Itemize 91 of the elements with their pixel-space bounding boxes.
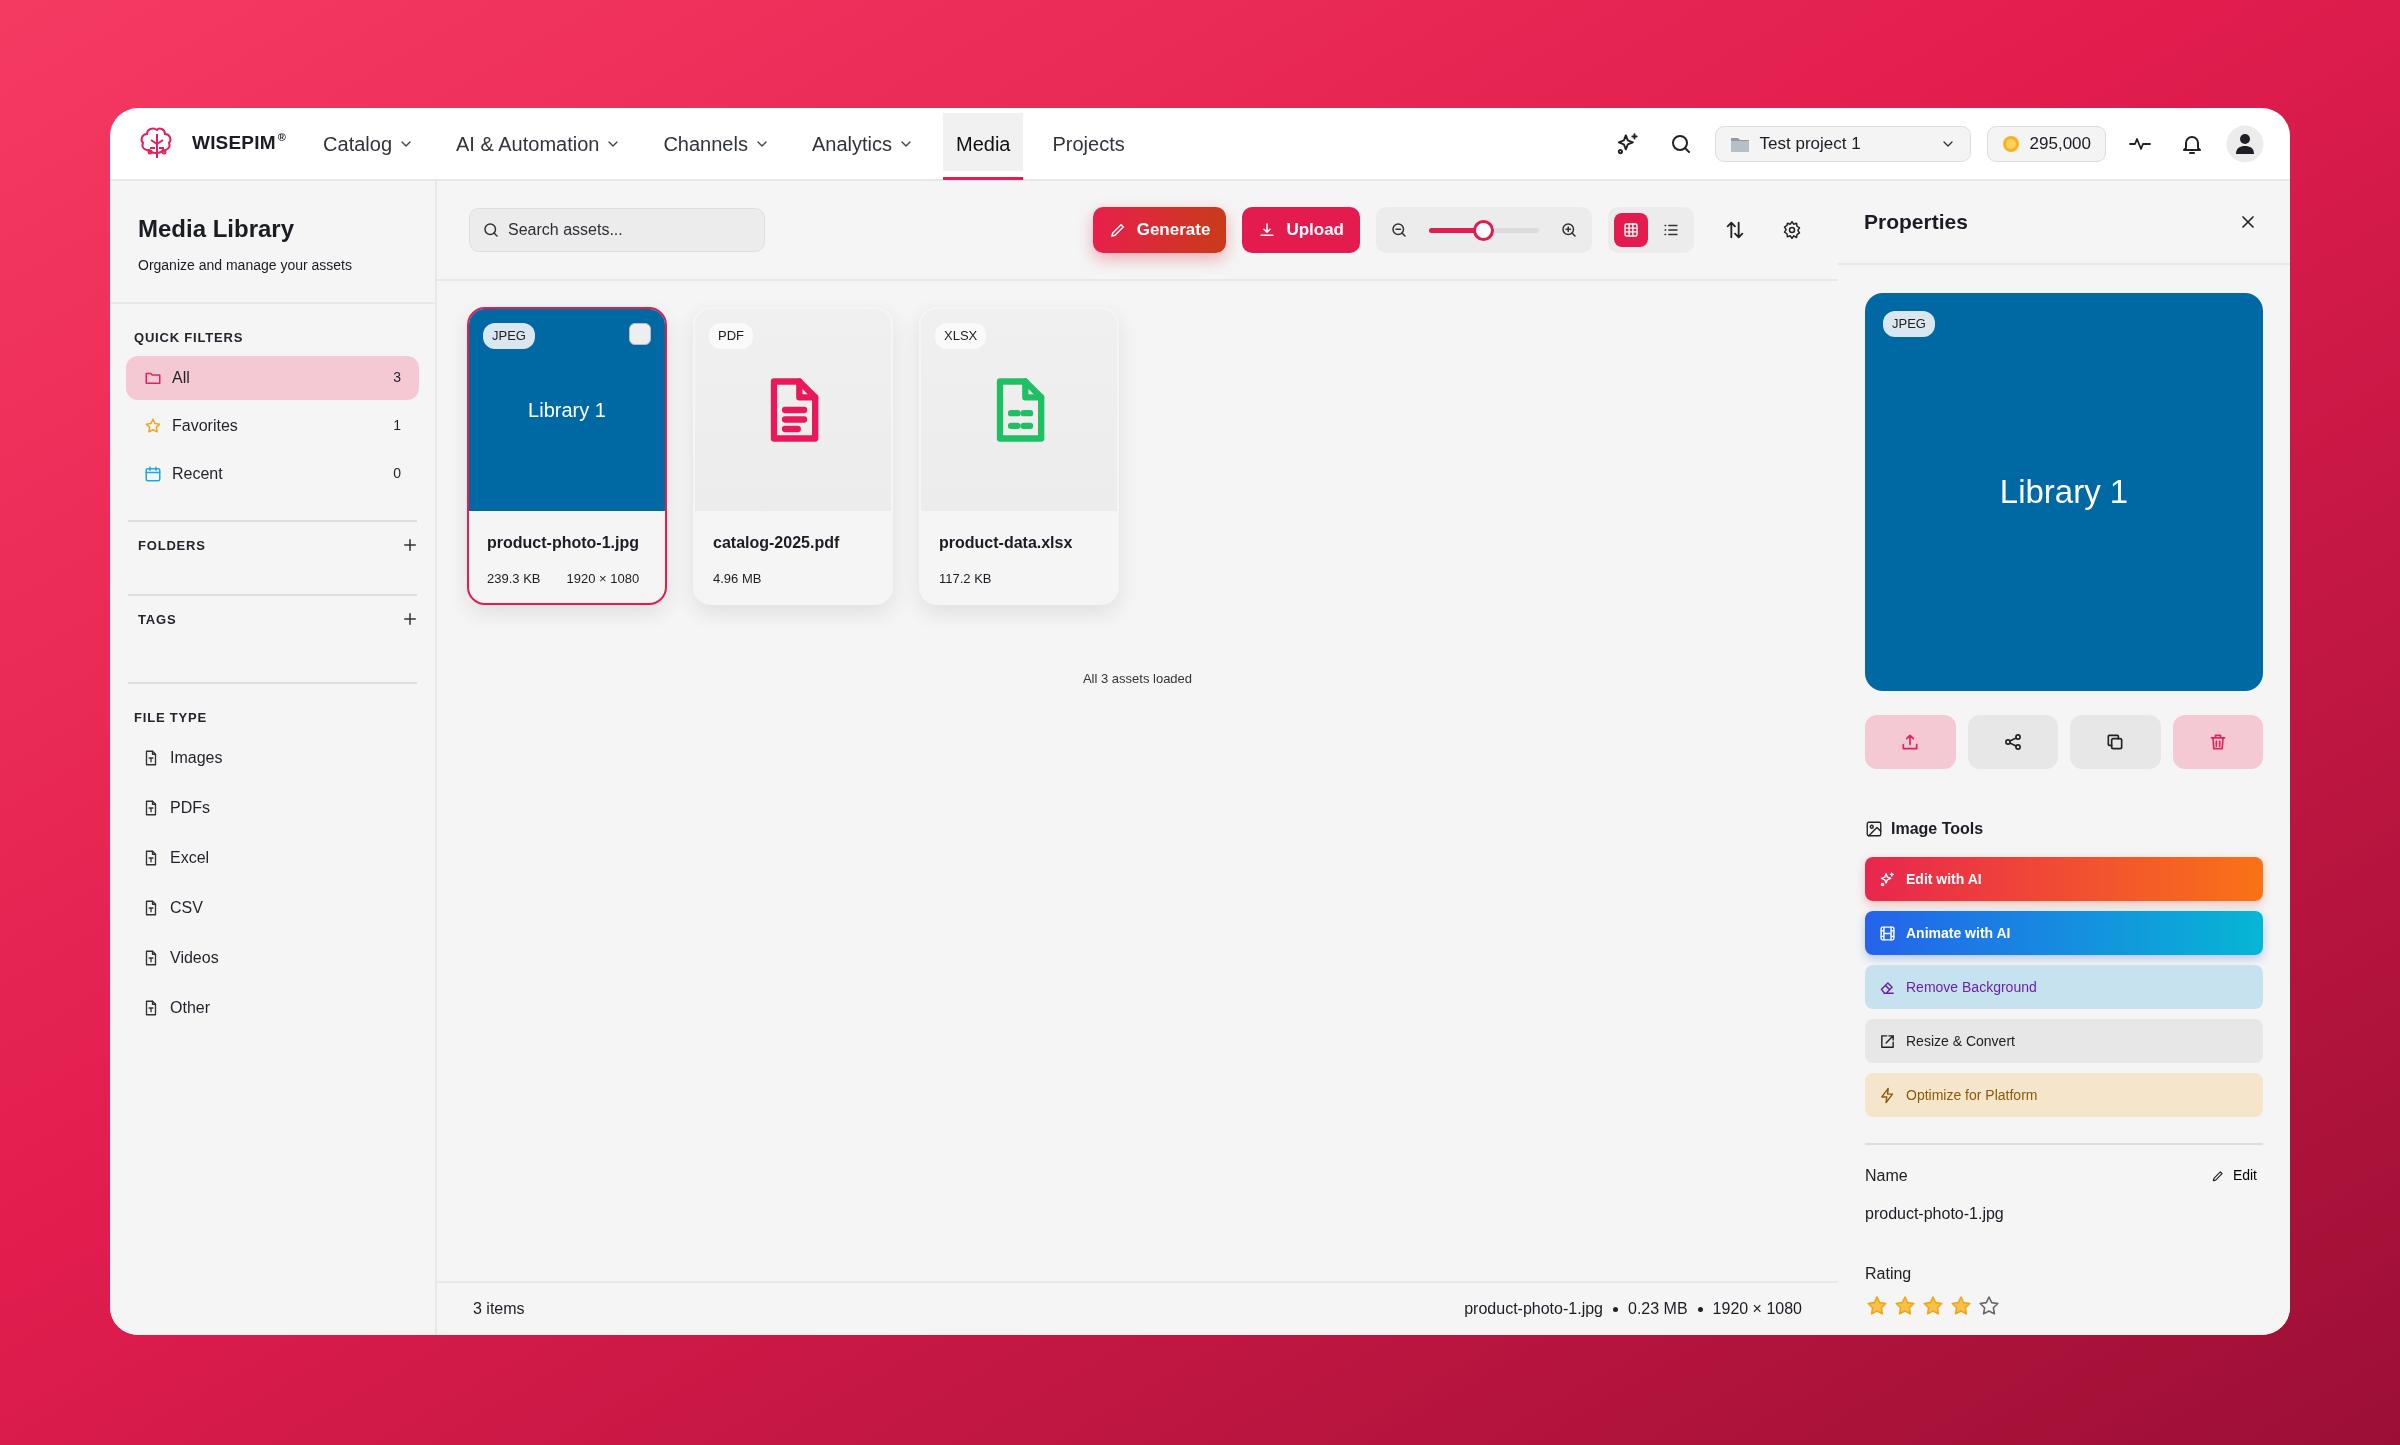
- filter-item[interactable]: All 3: [126, 355, 419, 400]
- nav-tab[interactable]: Catalog: [310, 115, 427, 172]
- image-tool-button[interactable]: Optimize for Platform: [1865, 1073, 2263, 1117]
- field-label: Name: [1865, 1165, 1908, 1186]
- grid-view-button[interactable]: [1614, 213, 1648, 247]
- generate-button[interactable]: Generate: [1092, 207, 1227, 253]
- image-tool-button[interactable]: Animate with AI: [1865, 911, 2263, 955]
- zoom-in-icon: [1560, 221, 1578, 239]
- pencil-icon: [2210, 1168, 2225, 1183]
- credits-display: 295,000: [1986, 125, 2106, 162]
- edit-button[interactable]: Edit: [2204, 1159, 2263, 1192]
- file-type-item[interactable]: PDFs: [126, 785, 419, 831]
- preview-label: Library 1: [528, 398, 606, 423]
- file-size: 117.2 KB: [939, 570, 992, 588]
- resize-icon: [1879, 1032, 1896, 1050]
- load-status: All 3 assets loaded: [1082, 671, 1193, 686]
- library-title: Media Library: [138, 214, 296, 244]
- file-type-item[interactable]: Videos: [126, 935, 419, 981]
- grid-icon: [1622, 221, 1640, 239]
- star-icon: [144, 416, 162, 435]
- delete-button[interactable]: [2172, 715, 2263, 769]
- file-type-tag: XLSX: [935, 323, 987, 349]
- calendar-icon: [144, 464, 162, 483]
- preview-label: Library 1: [1999, 472, 2129, 513]
- zoom-out-icon: [1390, 221, 1408, 239]
- slider-thumb[interactable]: [1473, 219, 1494, 241]
- upload-icon: [1900, 732, 1921, 752]
- upload-button[interactable]: Upload: [1242, 207, 1360, 253]
- file-type-item[interactable]: Other: [126, 985, 419, 1031]
- sparkle-icon: [1879, 870, 1896, 888]
- star-rating[interactable]: [1865, 1294, 2001, 1318]
- section-heading: QUICK FILTERS: [133, 329, 245, 347]
- brand-name: WISEPIM®: [192, 130, 287, 156]
- asset-card[interactable]: JPEG Library 1 product-photo-1.jpg 239.3 KB 1920 × 1080: [467, 307, 667, 605]
- filter-item[interactable]: Recent 0: [126, 451, 419, 496]
- section-heading: TAGS: [138, 610, 177, 629]
- image-tool-button[interactable]: Remove Background: [1865, 965, 2263, 1009]
- search-icon: [482, 221, 500, 239]
- settings-icon: [1782, 220, 1802, 240]
- section-heading: FILE TYPE: [133, 708, 208, 727]
- selected-file-dimensions: 1920 × 1080: [1712, 1299, 1802, 1319]
- star-icon: [1921, 1294, 1945, 1318]
- star-icon: [1893, 1294, 1917, 1318]
- asset-name: catalog-2025.pdf: [713, 533, 841, 553]
- file-name-value: product-photo-1.jpg: [1865, 1204, 2005, 1224]
- image-icon: [1865, 820, 1883, 838]
- nav-tab[interactable]: Channels: [650, 115, 783, 172]
- asset-name: product-data.xlsx: [939, 533, 1074, 553]
- file-size: 239.3 KB: [487, 570, 541, 588]
- asset-card[interactable]: XLSX product-data.xlsx 117.2 KB: [919, 307, 1119, 605]
- file-type-item[interactable]: Images: [126, 735, 419, 781]
- share-icon: [2002, 732, 2023, 752]
- copy-icon: [2105, 732, 2126, 752]
- star-icon: [1865, 1294, 1889, 1318]
- image-tool-button[interactable]: Edit with AI: [1865, 857, 2263, 901]
- file-type-item[interactable]: CSV: [126, 885, 419, 931]
- file-type-item[interactable]: Excel: [126, 835, 419, 881]
- nav-tab[interactable]: Projects: [1039, 115, 1138, 172]
- sort-icon: [1724, 219, 1746, 241]
- file-type-tag: PDF: [709, 323, 753, 349]
- share-button[interactable]: [1967, 715, 2058, 769]
- file-size: 4.96 MB: [713, 570, 762, 588]
- search-field[interactable]: Search assets...: [469, 208, 765, 252]
- pencil-icon: [1108, 221, 1127, 239]
- library-subtitle: Organize and manage your assets: [138, 256, 353, 275]
- file-type-tag: JPEG: [483, 323, 535, 349]
- item-count: 3 items: [473, 1299, 525, 1319]
- star-icon: [1949, 1294, 1973, 1318]
- section-heading: FOLDERS: [138, 536, 206, 555]
- image-dimensions: 1920 × 1080: [566, 570, 640, 588]
- selected-file-size: 0.23 MB: [1628, 1299, 1688, 1319]
- section-heading: Image Tools: [1891, 819, 1984, 839]
- select-checkbox[interactable]: [629, 323, 651, 345]
- filter-item[interactable]: Favorites 1: [126, 403, 419, 448]
- panel-title: Properties: [1864, 209, 1968, 236]
- project-select[interactable]: Test project 1: [1714, 125, 1971, 162]
- field-label: Rating: [1865, 1264, 1913, 1284]
- image-tool-button[interactable]: Resize & Convert: [1865, 1019, 2263, 1063]
- file-type-tag: JPEG: [1883, 311, 1935, 337]
- nav-tab[interactable]: Analytics: [798, 115, 927, 172]
- coin-icon: [2001, 134, 2020, 153]
- film-icon: [1879, 924, 1896, 942]
- lightning-icon: [1879, 1086, 1896, 1104]
- avatar-icon[interactable]: [2226, 124, 2264, 163]
- asset-name: product-photo-1.jpg: [487, 533, 640, 553]
- asset-card[interactable]: PDF catalog-2025.pdf 4.96 MB: [693, 307, 893, 605]
- star-icon: [1977, 1294, 2001, 1318]
- nav-tab[interactable]: AI & Automation: [443, 115, 635, 172]
- selected-file-name: product-photo-1.jpg: [1464, 1299, 1603, 1319]
- download-icon: [1258, 221, 1277, 239]
- copy-button[interactable]: [2070, 715, 2161, 769]
